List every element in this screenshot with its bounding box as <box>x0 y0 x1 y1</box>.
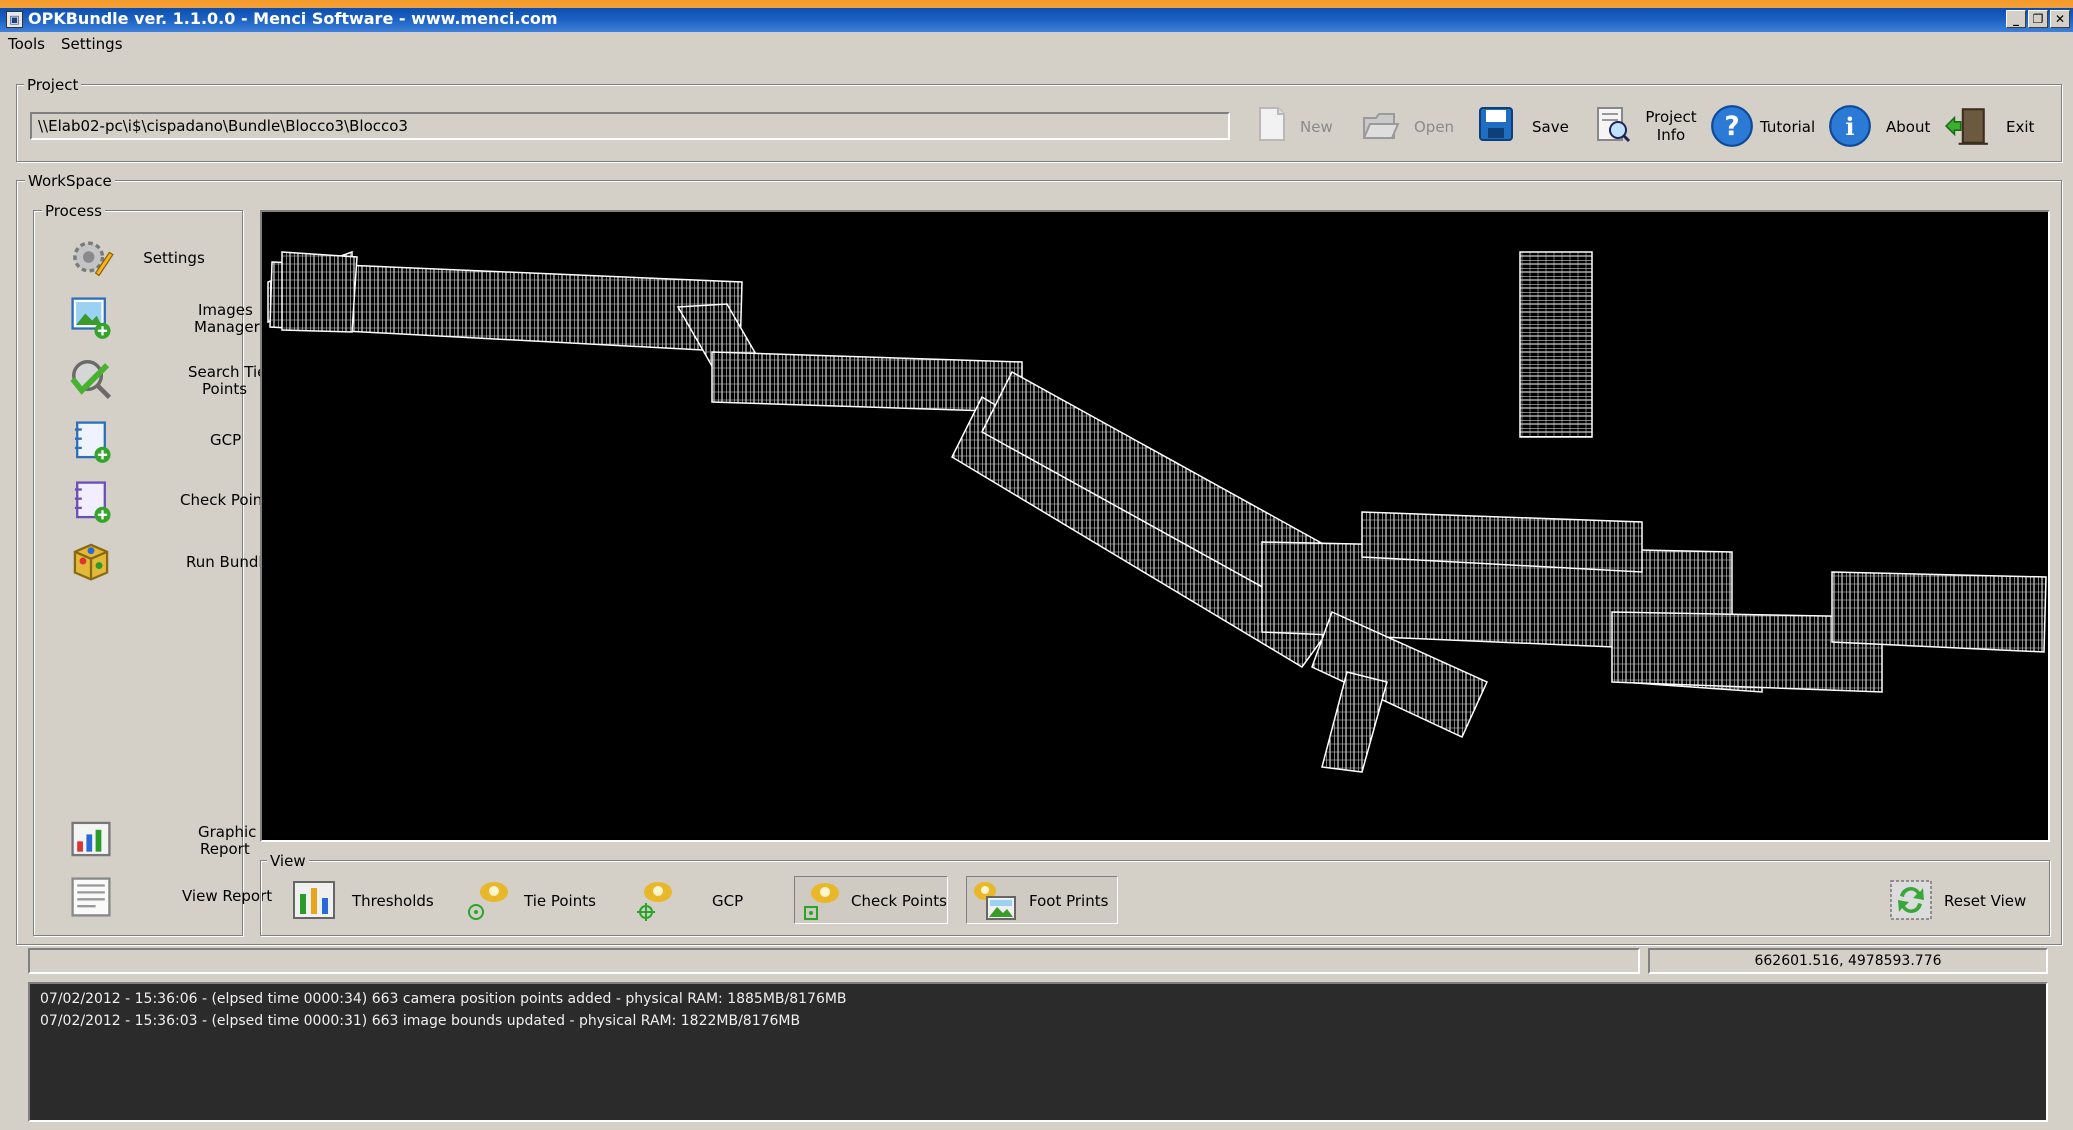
foot-prints-label: Foot Prints <box>1029 892 1109 910</box>
workspace-group-label: WorkSpace <box>25 172 115 190</box>
gcp-bulb-icon <box>637 882 672 921</box>
app-icon[interactable]: ▣ <box>6 11 23 28</box>
exit-button[interactable]: Exit <box>1944 102 2044 152</box>
check-points-toggle[interactable]: Check Points <box>794 876 948 924</box>
new-label: New <box>1300 118 1333 136</box>
close-button[interactable]: ✕ <box>2050 10 2070 28</box>
about-button[interactable]: i About <box>1828 102 1931 152</box>
open-label: Open <box>1414 118 1455 136</box>
run-bundle-cube-icon <box>73 543 109 581</box>
new-document-icon <box>1259 107 1285 141</box>
process-gcp-button[interactable]: GCP <box>60 416 241 468</box>
open-button[interactable]: Open <box>1360 102 1460 152</box>
open-folder-icon <box>1362 113 1400 139</box>
log-panel[interactable]: 07/02/2012 - 15:36:06 - (elpsed time 000… <box>28 982 2048 1122</box>
reset-view-label: Reset View <box>1944 892 2027 910</box>
thresholds-icon <box>293 881 335 919</box>
minimize-button[interactable]: _ <box>2006 10 2026 28</box>
process-group-label: Process <box>42 202 105 220</box>
save-button[interactable]: Save <box>1476 102 1572 152</box>
tutorial-label: Tutorial <box>1760 118 1816 136</box>
footprint-strip <box>1321 671 1388 773</box>
thresholds-label: Thresholds <box>352 892 434 910</box>
tie-points-label: Tie Points <box>524 892 596 910</box>
images-manager-button[interactable]: Images Manager <box>60 292 260 348</box>
graphic-report-icon <box>71 821 111 857</box>
search-check-icon <box>70 360 112 400</box>
window-title: OPKBundle ver. 1.1.0.0 - Menci Software … <box>28 9 558 28</box>
log-line: 07/02/2012 - 15:36:03 - (elpsed time 000… <box>40 1013 801 1029</box>
thresholds-button[interactable]: Thresholds <box>288 876 438 924</box>
project-info-icon <box>1597 107 1631 143</box>
new-button[interactable]: New <box>1252 102 1342 152</box>
save-label: Save <box>1532 118 1569 136</box>
svg-text:?: ? <box>1724 111 1739 142</box>
search-tie-points-button[interactable]: Search Tie Points <box>60 354 266 410</box>
project-group-label: Project <box>24 76 82 94</box>
project-path-field[interactable]: \\Elab02-pc\i$\cispadano\Bundle\Blocco3\… <box>30 112 1230 140</box>
tutorial-button[interactable]: ? Tutorial <box>1710 102 1820 152</box>
process-settings-button[interactable]: Settings <box>60 232 240 286</box>
reset-view-button[interactable]: Reset View <box>1886 876 2036 924</box>
check-points-label: Check Points <box>851 892 947 910</box>
footprint-strip <box>1519 251 1593 438</box>
view-gcp-toggle[interactable]: GCP <box>626 876 756 924</box>
about-label: About <box>1886 118 1931 136</box>
log-line: 07/02/2012 - 15:36:06 - (elpsed time 000… <box>40 991 847 1007</box>
coordinates-readout: 662601.516, 4978593.776 <box>1648 948 2048 974</box>
graphic-report-button[interactable]: Graphic Report <box>60 814 256 870</box>
check-points-notebook-icon <box>74 481 111 523</box>
menu-tools[interactable]: Tools <box>8 34 45 54</box>
document-report-icon <box>71 877 111 917</box>
svg-text:i: i <box>1845 112 1854 141</box>
reset-view-icon <box>1890 880 1932 920</box>
process-check-points-button[interactable]: Check Points <box>60 476 276 528</box>
menu-bar: Tools Settings <box>0 32 2073 56</box>
exit-label: Exit <box>2006 118 2035 136</box>
menu-settings[interactable]: Settings <box>61 34 123 54</box>
exit-door-icon <box>1944 108 1988 145</box>
project-info-label-line2: Info <box>1656 126 1686 144</box>
info-icon: i <box>1829 105 1871 147</box>
foot-prints-bulb-icon <box>974 882 1016 920</box>
footprint-strip <box>711 351 1023 413</box>
help-question-icon: ? <box>1711 105 1753 147</box>
title-bar: ▣ OPKBundle ver. 1.1.0.0 - Menci Softwar… <box>0 0 2073 32</box>
process-settings-label: Settings <box>143 249 205 267</box>
footprint-strip <box>281 251 358 333</box>
gcp-notebook-icon <box>74 421 111 463</box>
check-points-bulb-icon <box>804 883 839 920</box>
run-bundle-button[interactable]: Run Bundle <box>60 536 272 590</box>
project-info-label-line1: Project <box>1645 108 1697 126</box>
view-group-label: View <box>267 852 309 870</box>
progress-bar <box>28 948 1640 974</box>
floppy-disk-icon <box>1479 107 1513 141</box>
map-canvas[interactable] <box>260 210 2050 842</box>
footprints-plot <box>267 250 2047 773</box>
view-gcp-label: GCP <box>712 892 744 910</box>
project-info-button[interactable]: Project Info <box>1592 102 1698 152</box>
restore-button[interactable]: ❐ <box>2028 10 2048 28</box>
tie-points-toggle[interactable]: Tie Points <box>458 876 598 924</box>
image-add-icon <box>71 297 111 339</box>
foot-prints-toggle[interactable]: Foot Prints <box>966 876 1118 924</box>
footprint-strip <box>1831 571 2047 653</box>
tie-points-bulb-icon <box>468 882 508 920</box>
view-report-button[interactable]: View Report <box>60 874 272 924</box>
